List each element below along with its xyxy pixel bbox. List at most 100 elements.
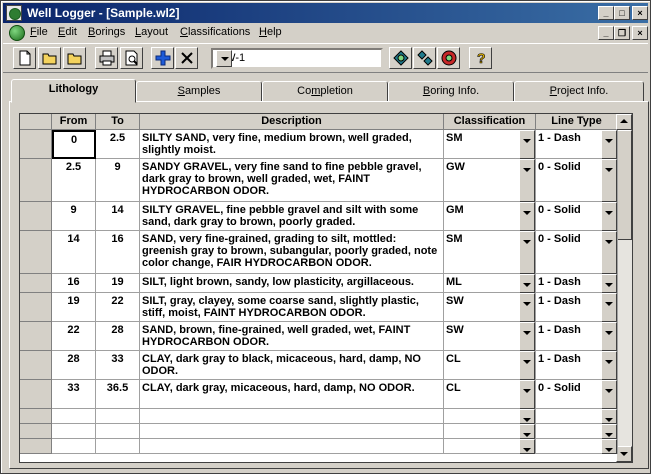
close-button[interactable]: × (632, 6, 648, 20)
cell-description[interactable] (140, 439, 444, 454)
row-selector[interactable] (20, 424, 52, 439)
menu-edit[interactable]: Edit (58, 26, 77, 38)
row-selector[interactable] (20, 202, 52, 231)
classification-dropdown-button[interactable] (519, 130, 535, 159)
classification-dropdown-button[interactable] (519, 293, 535, 322)
classification-dropdown-button[interactable] (519, 380, 535, 409)
cell-from[interactable]: 19 (52, 293, 96, 322)
new-file-button[interactable] (13, 47, 36, 69)
column-header-classification[interactable]: Classification (444, 114, 536, 130)
vertical-scrollbar[interactable] (616, 114, 632, 462)
cell-to[interactable]: 19 (96, 274, 140, 293)
line-type-dropdown-button[interactable] (601, 351, 617, 380)
tab-completion[interactable]: Completion (262, 81, 388, 102)
line-type-dropdown-button[interactable] (601, 159, 617, 202)
line-type-dropdown-button[interactable] (601, 231, 617, 274)
row-selector[interactable] (20, 130, 52, 159)
cell-from[interactable]: 9 (52, 202, 96, 231)
tab-samples[interactable]: Samples (136, 81, 262, 102)
row-selector[interactable] (20, 293, 52, 322)
column-header-from[interactable]: From (52, 114, 96, 130)
row-selector[interactable] (20, 439, 52, 454)
cell-description[interactable]: SANDY GRAVEL, very fine sand to fine peb… (140, 159, 444, 202)
cell-description[interactable]: SAND, brown, fine-grained, well graded, … (140, 322, 444, 351)
mdi-restore-button[interactable]: ❐ (614, 26, 630, 40)
line-type-dropdown-button[interactable] (601, 274, 617, 293)
boring-select[interactable]: MW-1 (211, 48, 383, 69)
add-row-button[interactable] (151, 47, 174, 69)
tab-lithology[interactable]: Lithology (11, 79, 136, 103)
tab-boring-info[interactable]: Boring Info. (388, 81, 514, 102)
line-type-dropdown-button[interactable] (601, 424, 617, 439)
cell-to[interactable]: 2.5 (96, 130, 140, 159)
cell-from[interactable] (52, 424, 96, 439)
menu-help[interactable]: Help (259, 26, 282, 38)
mdi-close-button[interactable]: × (632, 26, 648, 40)
scroll-up-button[interactable] (616, 114, 632, 130)
line-type-dropdown-button[interactable] (601, 322, 617, 351)
cell-description[interactable]: SILTY GRAVEL, fine pebble gravel and sil… (140, 202, 444, 231)
cell-from[interactable] (52, 409, 96, 424)
line-type-dropdown-button[interactable] (601, 293, 617, 322)
cell-from[interactable]: 2.5 (52, 159, 96, 202)
classification-dropdown-button[interactable] (519, 409, 535, 424)
cell-to[interactable]: 33 (96, 351, 140, 380)
line-type-dropdown-button[interactable] (601, 130, 617, 159)
menu-file[interactable]: File (30, 26, 48, 38)
cell-description[interactable]: CLAY, dark gray, micaceous, hard, damp, … (140, 380, 444, 409)
menu-borings[interactable]: Borings (88, 26, 125, 38)
mdi-minimize-button[interactable]: _ (598, 26, 614, 40)
cell-description[interactable]: SILT, light brown, sandy, low plasticity… (140, 274, 444, 293)
title-bar[interactable]: Well Logger - [Sample.wl2] _ □ × (3, 3, 648, 23)
print-preview-button[interactable] (120, 47, 143, 69)
classification-dropdown-button[interactable] (519, 424, 535, 439)
cell-description[interactable]: SILTY SAND, very fine, medium brown, wel… (140, 130, 444, 159)
cell-description[interactable]: SILT, gray, clayey, some coarse sand, sl… (140, 293, 444, 322)
cell-to[interactable]: 22 (96, 293, 140, 322)
cell-to[interactable]: 9 (96, 159, 140, 202)
menu-classifications[interactable]: Classifications (180, 26, 250, 38)
cell-to[interactable]: 14 (96, 202, 140, 231)
classification-dropdown-button[interactable] (519, 322, 535, 351)
line-type-dropdown-button[interactable] (601, 380, 617, 409)
cell-from[interactable]: 0 (52, 130, 96, 159)
app-icon[interactable] (6, 5, 22, 21)
cell-from[interactable]: 33 (52, 380, 96, 409)
cell-from[interactable]: 28 (52, 351, 96, 380)
classification-dropdown-button[interactable] (519, 231, 535, 274)
cell-to[interactable] (96, 439, 140, 454)
cell-from[interactable]: 14 (52, 231, 96, 274)
row-selector[interactable] (20, 380, 52, 409)
cell-to[interactable]: 16 (96, 231, 140, 274)
cell-from[interactable] (52, 439, 96, 454)
print-button[interactable] (95, 47, 118, 69)
lithology-grid[interactable]: From To Description Classification Line … (19, 113, 633, 463)
boring-link-button[interactable] (413, 47, 436, 69)
boring-target-button[interactable] (437, 47, 460, 69)
classification-dropdown-button[interactable] (519, 159, 535, 202)
cell-from[interactable]: 22 (52, 322, 96, 351)
cell-description[interactable] (140, 424, 444, 439)
cell-description[interactable]: SAND, very fine-grained, grading to silt… (140, 231, 444, 274)
row-selector[interactable] (20, 322, 52, 351)
cell-to[interactable]: 36.5 (96, 380, 140, 409)
boring-locate-button[interactable] (389, 47, 412, 69)
menu-layout[interactable]: Layout (135, 26, 168, 38)
line-type-dropdown-button[interactable] (601, 439, 617, 454)
classification-dropdown-button[interactable] (519, 439, 535, 454)
help-button[interactable]: ? (469, 47, 492, 69)
tab-project-info[interactable]: Project Info. (514, 81, 644, 102)
row-selector[interactable] (20, 274, 52, 293)
document-globe-icon[interactable] (9, 25, 25, 41)
delete-row-button[interactable] (175, 47, 198, 69)
line-type-dropdown-button[interactable] (601, 409, 617, 424)
classification-dropdown-button[interactable] (519, 274, 535, 293)
column-header-description[interactable]: Description (140, 114, 444, 130)
scroll-down-button[interactable] (616, 446, 632, 462)
open-file-button[interactable] (38, 47, 61, 69)
cell-description[interactable]: CLAY, dark gray to black, micaceous, har… (140, 351, 444, 380)
scroll-thumb[interactable] (616, 130, 632, 240)
cell-description[interactable] (140, 409, 444, 424)
line-type-dropdown-button[interactable] (601, 202, 617, 231)
classification-dropdown-button[interactable] (519, 202, 535, 231)
